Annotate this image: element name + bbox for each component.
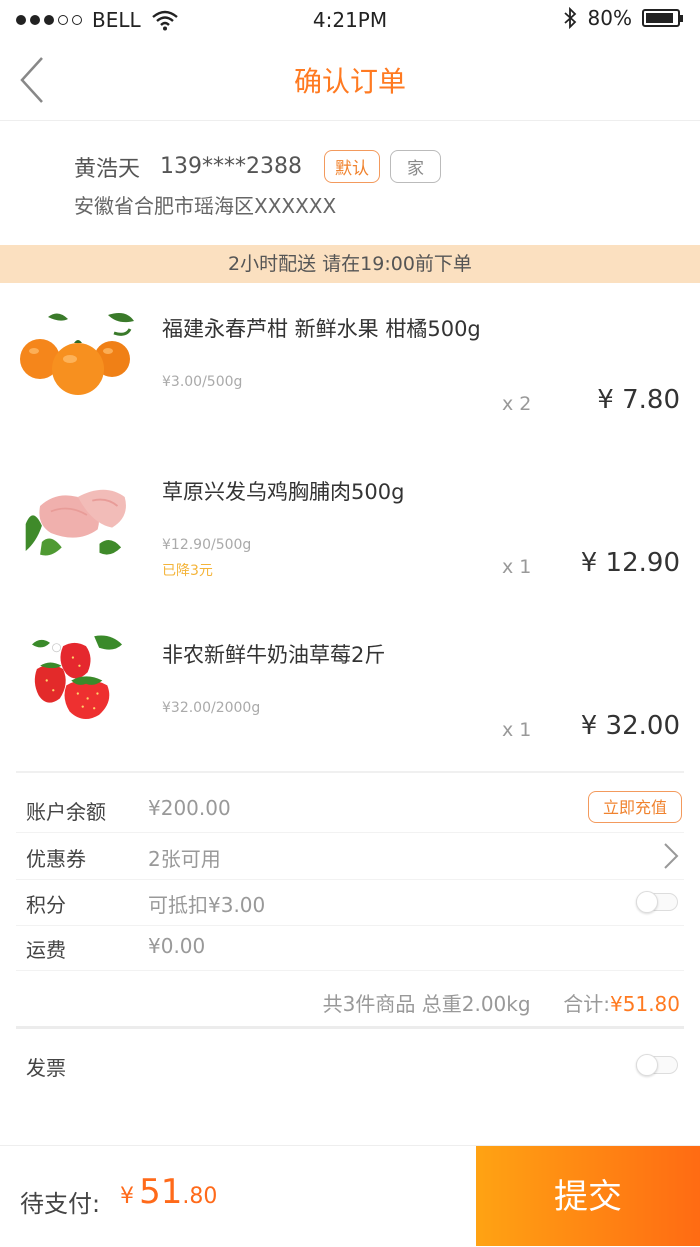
pay-label: 待支付:	[20, 1190, 101, 1218]
product-quantity: x 2	[502, 393, 532, 415]
amount-decimal: .80	[182, 1184, 218, 1209]
default-tag: 默认	[324, 150, 380, 183]
recipient-name: 黄浩天	[74, 156, 141, 182]
address-detail: 安徽省合肥市瑶海区XXXXXX	[74, 194, 337, 218]
points-toggle[interactable]	[636, 891, 678, 913]
total-label: 合计:	[563, 992, 611, 1016]
currency-symbol: ¥	[120, 1184, 134, 1209]
order-summary: 共3件商品 总重2.00kg 合计:¥51.80	[323, 988, 680, 1017]
battery-percent: 80%	[587, 6, 632, 30]
product-unit-price: ¥3.00/500g	[162, 374, 243, 390]
divider	[16, 771, 684, 773]
status-bar: BELL 4:21PM 80%	[0, 0, 700, 40]
product-quantity: x 1	[502, 719, 532, 741]
shipping-row: 运费 ¥0.00	[16, 924, 684, 971]
product-item[interactable]: 非农新鲜牛奶油草莓2斤 ¥32.00/2000g x 1 ¥ 32.00	[0, 609, 700, 772]
account-balance-row: 账户余额 ¥200.00 立即充值	[16, 786, 684, 833]
recharge-button[interactable]: 立即充值	[588, 791, 682, 823]
battery-icon	[642, 9, 683, 27]
product-unit-price: ¥32.00/2000g	[162, 700, 261, 716]
status-right: 80%	[562, 6, 683, 30]
product-item[interactable]: 福建永春芦柑 新鲜水果 柑橘500g ¥3.00/500g x 2 ¥ 7.80	[0, 283, 700, 446]
divider	[16, 1026, 684, 1029]
pay-amount: ¥ 51.80	[120, 1172, 217, 1212]
delivery-notice: 2小时配送 请在19:00前下单	[0, 245, 700, 283]
home-tag: 家	[390, 150, 441, 183]
nav-bar: 确认订单	[0, 40, 700, 121]
total-value: ¥51.80	[610, 992, 680, 1016]
coupon-value: 2张可用	[148, 847, 221, 871]
checkout-bar: 待支付: ¥ 51.80 提交	[0, 1145, 700, 1246]
invoice-row: 发票	[16, 1030, 684, 1100]
coupon-label: 优惠券	[26, 847, 86, 871]
shipping-label: 运费	[26, 938, 66, 962]
invoice-label: 发票	[26, 1056, 66, 1080]
product-title: 草原兴发乌鸡胸脯肉500g	[162, 480, 405, 504]
product-title: 非农新鲜牛奶油草莓2斤	[162, 643, 386, 667]
points-row: 积分 可抵扣¥3.00	[16, 879, 684, 926]
delivery-address[interactable]: 黄浩天 139****2388 默认 家 安徽省合肥市瑶海区XXXXXX	[0, 120, 700, 245]
page-title: 确认订单	[293, 65, 406, 98]
chicken-breast-image	[25, 489, 126, 556]
address-contact-line: 黄浩天 139****2388 默认 家	[74, 150, 451, 183]
invoice-toggle[interactable]	[636, 1054, 678, 1076]
discount-label: 已降3元	[162, 563, 213, 579]
product-unit-price: ¥12.90/500g	[162, 537, 252, 553]
product-title: 福建永春芦柑 新鲜水果 柑橘500g	[162, 317, 481, 341]
summary-text: 共3件商品 总重2.00kg	[322, 992, 531, 1016]
tangerine-image	[20, 313, 134, 395]
product-quantity: x 1	[502, 556, 532, 578]
balance-value: ¥200.00	[148, 796, 231, 820]
bluetooth-icon	[563, 6, 576, 30]
submit-button[interactable]: 提交	[476, 1146, 700, 1246]
coupon-row[interactable]: 优惠券 2张可用	[16, 833, 684, 880]
product-price: ¥ 12.90	[580, 548, 680, 578]
product-item[interactable]: 草原兴发乌鸡胸脯肉500g ¥12.90/500g 已降3元 x 1 ¥ 12.…	[0, 446, 700, 609]
strawberry-image	[32, 635, 122, 720]
amount-integer: 51	[139, 1172, 183, 1212]
shipping-value: ¥0.00	[148, 934, 206, 958]
product-price: ¥ 32.00	[580, 711, 680, 741]
points-value: 可抵扣¥3.00	[148, 893, 266, 917]
product-price: ¥ 7.80	[597, 385, 680, 415]
chevron-right-icon	[664, 843, 679, 869]
recipient-phone: 139****2388	[160, 154, 302, 179]
points-label: 积分	[26, 893, 66, 917]
balance-label: 账户余额	[26, 800, 106, 824]
